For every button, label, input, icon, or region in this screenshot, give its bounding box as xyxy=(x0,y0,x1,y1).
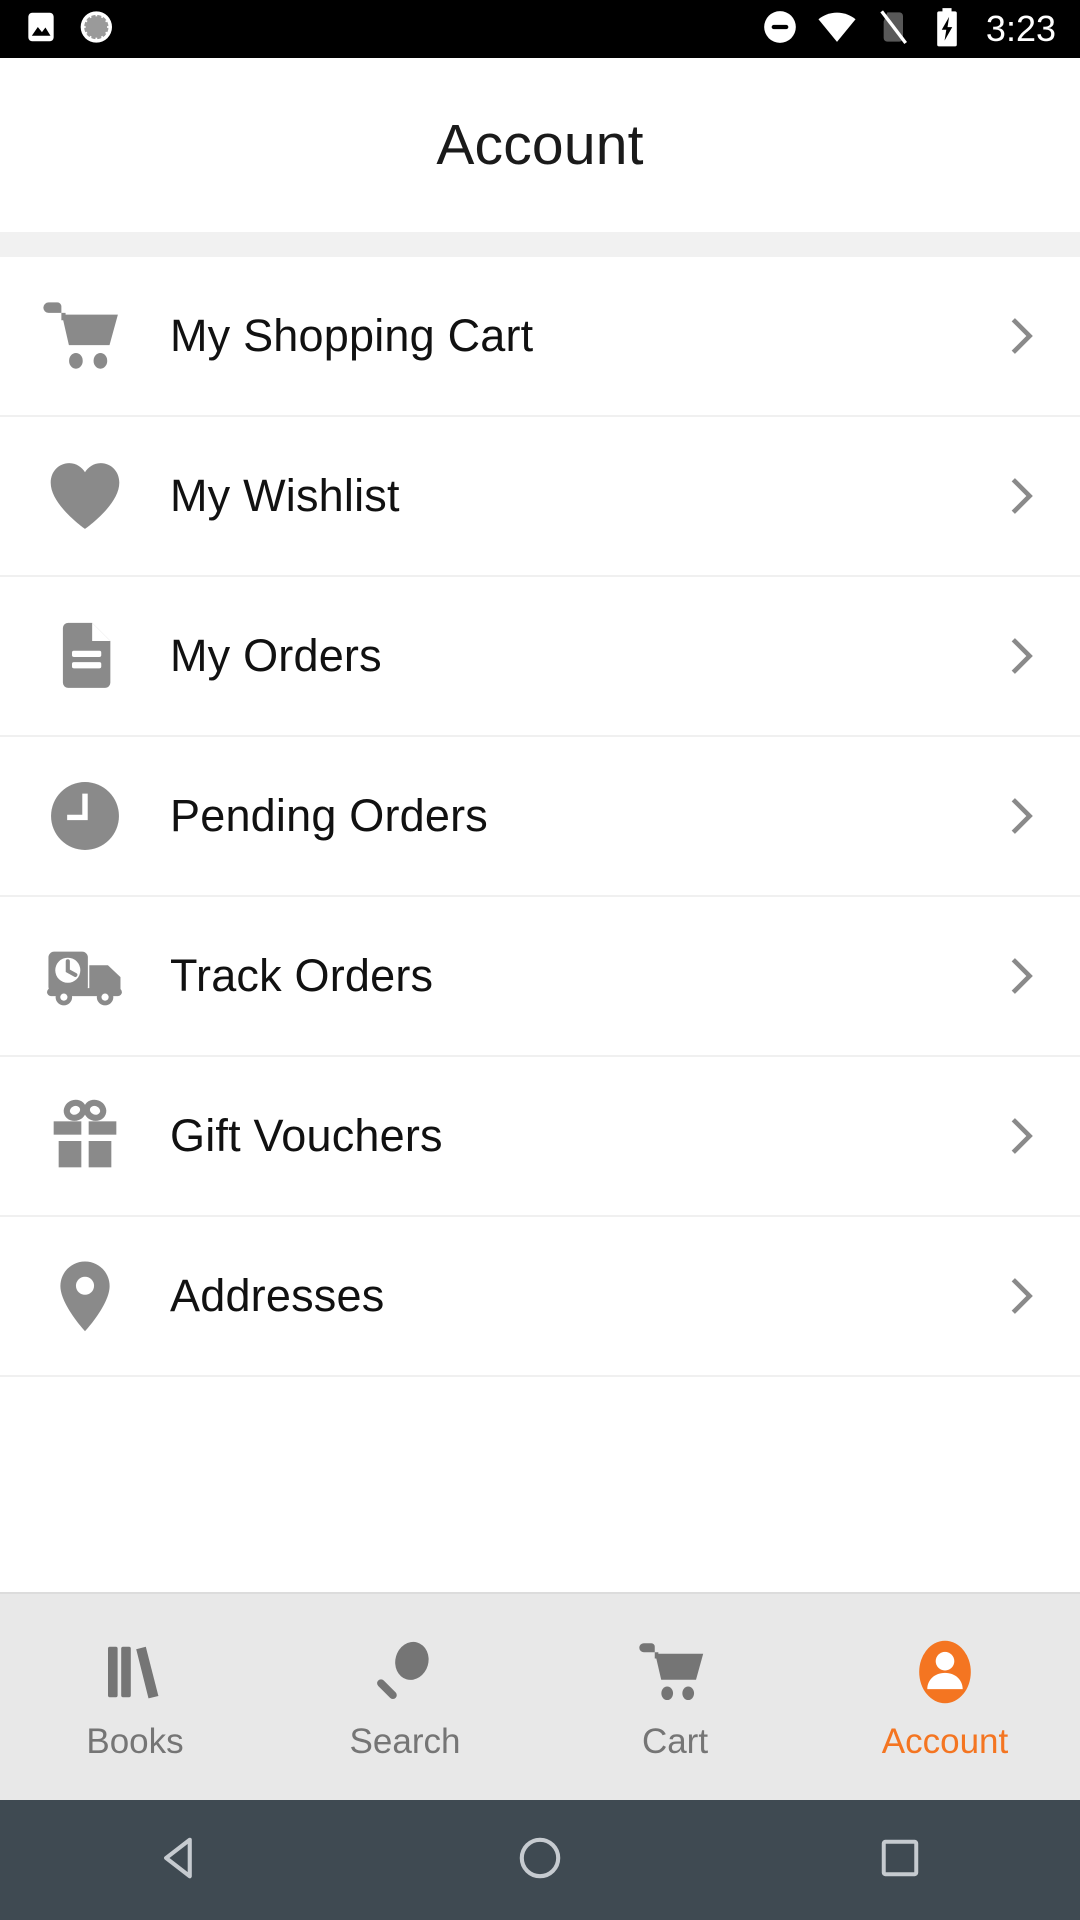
chevron-right-icon[interactable] xyxy=(960,793,1080,839)
circle-home-icon xyxy=(514,1832,566,1889)
status-bar: 3:23 xyxy=(0,0,1080,58)
shopping-cart-icon xyxy=(0,294,170,378)
android-navigation-bar xyxy=(0,1800,1080,1920)
list-item-my-wishlist[interactable]: My Wishlist xyxy=(0,417,1080,577)
heart-icon xyxy=(0,454,170,538)
back-button[interactable] xyxy=(80,1800,280,1920)
books-icon xyxy=(99,1632,171,1708)
chevron-right-icon[interactable] xyxy=(960,313,1080,359)
square-recents-icon xyxy=(875,1833,925,1888)
list-item-addresses[interactable]: Addresses xyxy=(0,1217,1080,1377)
chevron-right-icon[interactable] xyxy=(960,1273,1080,1319)
wifi-icon xyxy=(816,6,858,53)
list-item-label: Gift Vouchers xyxy=(170,1110,443,1161)
tab-cart[interactable]: Cart xyxy=(540,1594,810,1800)
tab-account[interactable]: Account xyxy=(810,1594,1080,1800)
tab-label: Books xyxy=(86,1722,184,1761)
status-bar-right-icons: 3:23 xyxy=(760,6,1080,53)
list-item-track-orders[interactable]: Track Orders xyxy=(0,897,1080,1057)
shopping-cart-icon xyxy=(639,1632,711,1708)
clock-icon xyxy=(0,774,170,858)
page-title: Account xyxy=(436,113,644,177)
gift-icon xyxy=(0,1096,170,1176)
triangle-back-icon xyxy=(154,1832,206,1889)
chevron-right-icon[interactable] xyxy=(960,1113,1080,1159)
location-pin-icon xyxy=(0,1255,170,1337)
do-not-disturb-icon xyxy=(760,7,800,52)
delivery-truck-icon xyxy=(0,933,170,1019)
list-item-label: Track Orders xyxy=(170,950,434,1001)
no-sim-card-icon xyxy=(874,7,914,52)
list-item-label: Addresses xyxy=(170,1270,385,1321)
app-header: Account xyxy=(0,58,1080,232)
photo-image-icon xyxy=(22,8,60,51)
tab-books[interactable]: Books xyxy=(0,1594,270,1800)
bottom-tab-bar: Books Search Cart Account xyxy=(0,1592,1080,1800)
header-divider-band xyxy=(0,232,1080,257)
list-item-label: My Shopping Cart xyxy=(170,310,534,361)
magnifier-icon xyxy=(369,1632,441,1708)
person-avatar-icon xyxy=(909,1632,981,1708)
list-item-pending-orders[interactable]: Pending Orders xyxy=(0,737,1080,897)
chevron-right-icon[interactable] xyxy=(960,633,1080,679)
account-menu-list: My Shopping Cart My Wishlist My Orders P… xyxy=(0,257,1080,1607)
chevron-right-icon[interactable] xyxy=(960,473,1080,519)
status-bar-clock: 3:23 xyxy=(985,8,1056,49)
home-button[interactable] xyxy=(440,1800,640,1920)
tab-label: Cart xyxy=(641,1722,709,1761)
list-item-gift-vouchers[interactable]: Gift Vouchers xyxy=(0,1057,1080,1217)
recents-button[interactable] xyxy=(800,1800,1000,1920)
list-item-my-orders[interactable]: My Orders xyxy=(0,577,1080,737)
tab-label: Search xyxy=(349,1722,461,1761)
loading-spinner-icon xyxy=(78,7,118,52)
battery-charging-icon xyxy=(930,6,964,53)
chevron-right-icon[interactable] xyxy=(960,953,1080,999)
tab-label: Account xyxy=(881,1722,1009,1761)
status-bar-left-icons xyxy=(0,7,118,52)
tab-search[interactable]: Search xyxy=(270,1594,540,1800)
list-item-label: My Orders xyxy=(170,630,382,681)
list-item-my-shopping-cart[interactable]: My Shopping Cart xyxy=(0,257,1080,417)
list-item-label: My Wishlist xyxy=(170,470,400,521)
list-item-label: Pending Orders xyxy=(170,790,488,841)
document-icon xyxy=(0,617,170,695)
